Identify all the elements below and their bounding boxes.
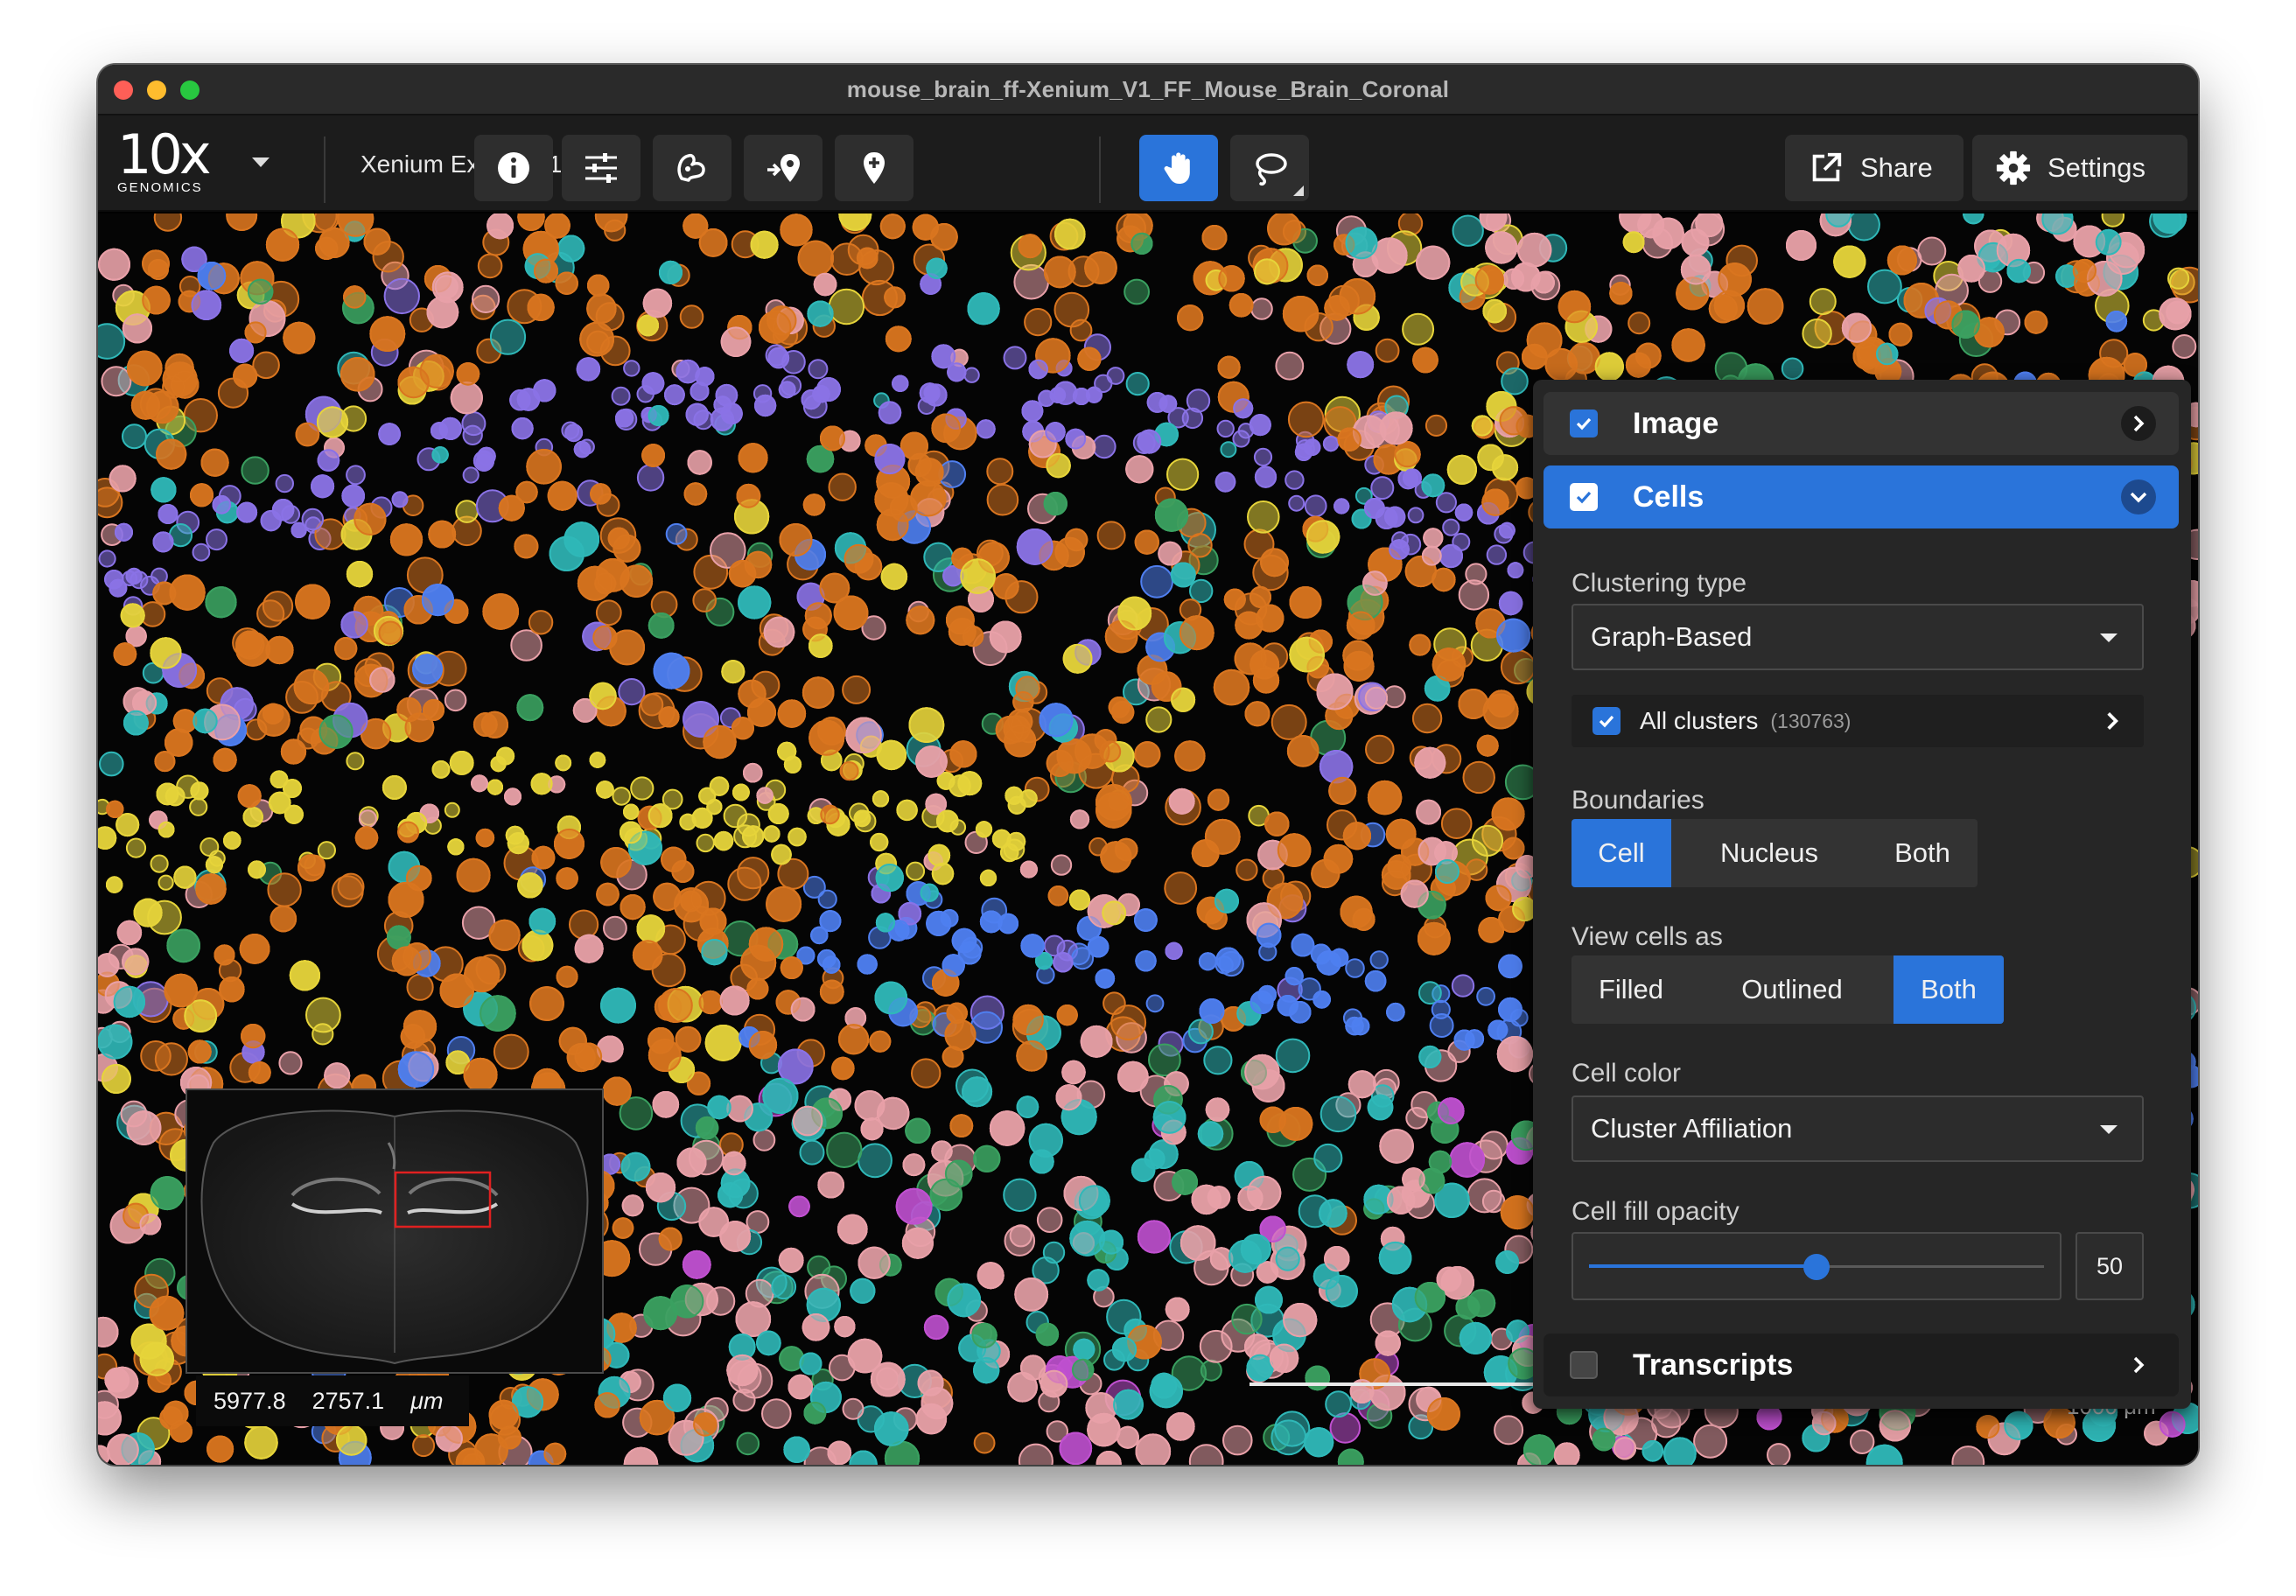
chevron-down-icon [2100,634,2118,642]
share-icon [1812,152,1842,182]
clustering-type-value: Graph-Based [1591,621,1753,652]
cell-fill-opacity-input[interactable]: 50 [2076,1232,2144,1300]
window-title: mouse_brain_ff-Xenium_V1_FF_Mouse_Brain_… [846,75,1450,102]
toolbar-divider [1099,136,1101,203]
view-outlined-button[interactable]: Outlined [1690,956,1894,1024]
info-icon [498,152,529,184]
toolbar: 10x GENOMICS Xenium Explorer 1.1.0 [98,116,2198,212]
brain-region-button[interactable] [653,135,732,201]
clustering-type-label: Clustering type [1572,569,1747,598]
checkmark-icon [1599,715,1614,728]
boundaries-toggle-group: Cell Nucleus Both [1572,819,1978,887]
tissue-viewer-canvas[interactable]: 5977.8 2757.1 μm 1000 μm Image Cells [98,214,2198,1465]
logo-sub-text: GENOMICS [117,180,203,195]
chevron-right-icon [2133,1356,2145,1374]
sliders-icon [585,153,617,183]
image-layer-header[interactable]: Image [1544,392,2179,455]
overview-minimap[interactable] [186,1088,604,1374]
boundaries-nucleus-button[interactable]: Nucleus [1671,819,1867,887]
cell-color-value: Cluster Affiliation [1591,1113,1793,1144]
info-button[interactable] [474,135,553,201]
logo-main-text: 10x [117,122,212,186]
all-clusters-label: All clusters [1640,707,1759,734]
slider-thumb[interactable] [1803,1254,1830,1280]
pin-button[interactable] [835,135,914,201]
settings-button[interactable]: Settings [1972,135,2188,201]
adjustments-button[interactable] [562,135,640,201]
toolbar-divider [324,136,326,203]
boundaries-label: Boundaries [1572,786,1704,815]
brain-region-icon [677,153,705,182]
image-layer-label: Image [1633,406,1719,440]
boundaries-both-button[interactable]: Both [1867,819,1978,887]
view-cells-label: View cells as [1572,922,1723,951]
all-clusters-row[interactable]: All clusters (130763) [1572,695,2144,747]
maximize-window-button[interactable] [180,80,200,100]
all-clusters-checkbox[interactable] [1592,707,1620,735]
share-label: Share [1860,152,1933,183]
minimize-window-button[interactable] [147,80,166,100]
cells-layer-checkbox[interactable] [1570,483,1598,511]
brain-overview-image [200,1110,589,1365]
transcripts-layer-label: Transcripts [1633,1348,1794,1382]
lasso-tool-button[interactable] [1230,135,1309,201]
lasso-options-corner-icon [1293,186,1304,196]
checkmark-icon [1576,417,1592,430]
settings-label: Settings [2048,152,2146,183]
chevron-down-icon [2130,492,2147,503]
layers-panel: Image Cells Clustering type Graph-Based [1533,380,2191,1409]
add-pin-icon [767,154,800,182]
transcripts-expand-button[interactable] [2121,1348,2156,1382]
cursor-coordinates: 5977.8 2757.1 μm [196,1376,469,1426]
share-button[interactable]: Share [1785,135,1964,201]
app-window: mouse_brain_ff-Xenium_V1_FF_Mouse_Brain_… [98,65,2198,1465]
pan-hand-icon [1164,152,1190,184]
chevron-right-icon [2133,415,2145,432]
checkmark-icon [1576,491,1592,504]
transcripts-layer-checkbox[interactable] [1570,1351,1598,1379]
cells-collapse-button[interactable] [2121,480,2156,514]
transcripts-layer-header[interactable]: Transcripts [1544,1334,2179,1396]
boundaries-cell-button[interactable]: Cell [1572,819,1671,887]
window-controls [114,80,200,100]
cell-color-select[interactable]: Cluster Affiliation [1572,1096,2144,1162]
image-layer-checkbox[interactable] [1570,410,1598,438]
view-cells-toggle-group: Filled Outlined Both [1572,956,2004,1024]
all-clusters-count: (130763) [1770,709,1852,732]
logo-menu-caret-icon[interactable] [252,158,270,167]
cell-fill-opacity-slider[interactable] [1572,1232,2062,1300]
cells-layer-label: Cells [1633,480,1704,514]
pin-icon [864,152,885,184]
title-bar: mouse_brain_ff-Xenium_V1_FF_Mouse_Brain_… [98,65,2198,116]
cell-fill-opacity-label: Cell fill opacity [1572,1197,1740,1226]
image-expand-button[interactable] [2121,406,2156,441]
gear-icon [1996,150,2031,186]
coord-y: 2757.1 [312,1387,385,1414]
pan-tool-button[interactable] [1139,135,1218,201]
coord-x: 5977.8 [214,1387,286,1414]
coord-unit: μm [410,1387,444,1414]
10x-genomics-logo[interactable]: 10x GENOMICS [117,122,214,196]
chevron-down-icon [2100,1125,2118,1134]
view-both-button[interactable]: Both [1894,956,2004,1024]
chevron-right-icon [2107,712,2118,730]
view-filled-button[interactable]: Filled [1572,956,1690,1024]
cells-layer-header[interactable]: Cells [1544,466,2179,528]
slider-fill [1589,1264,1816,1268]
clustering-type-select[interactable]: Graph-Based [1572,604,2144,670]
add-pin-button[interactable] [744,135,822,201]
lasso-icon [1256,153,1287,186]
close-window-button[interactable] [114,80,133,100]
cell-color-label: Cell color [1572,1059,1682,1088]
